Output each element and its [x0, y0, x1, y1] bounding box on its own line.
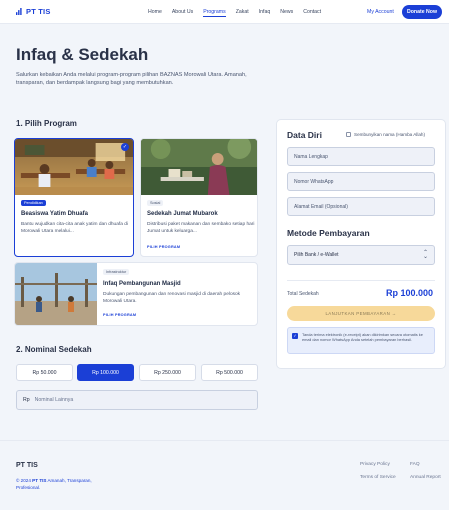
nav-links: Home About Us Programs Zakat Infaq News …	[148, 9, 331, 17]
program-tag: Infrastruktur	[103, 269, 130, 275]
divider	[287, 280, 435, 281]
currency-prefix: Rp	[23, 397, 30, 403]
nominal-option-50k[interactable]: Rp 50.000	[16, 364, 73, 381]
name-field[interactable]: Nama Lengkap	[287, 147, 435, 166]
other-nominal-input[interactable]: Rp Nominal Lainnya	[16, 390, 258, 410]
nav-link-home[interactable]: Home	[148, 9, 162, 17]
chevron-updown-icon: ⌃ ⌄	[422, 250, 428, 260]
page-title: Infaq & Sedekah	[16, 45, 149, 64]
brand-name: PT TIS	[26, 7, 51, 16]
receipt-notice: ✓ Tanda terima elektronik (e-receipt) ak…	[287, 327, 435, 354]
choose-program-link[interactable]: PILIH PROGRAM	[147, 245, 180, 249]
program-desc: Bantu wujudkan cita-cita anak yatim dan …	[21, 222, 128, 234]
brand-logo[interactable]: PT TIS	[16, 7, 51, 16]
footer-brand: PT TIS	[16, 462, 38, 469]
my-account-link[interactable]: My Account	[367, 9, 394, 15]
copyright-brand: PT TIS	[32, 478, 47, 483]
page-description: Salurkan kebaikan Anda melalui program-p…	[16, 72, 247, 87]
construction-image	[15, 263, 97, 325]
program-card-jumat[interactable]: Sosial Sedekah Jumat Mubarok Distribusi …	[140, 138, 258, 257]
donate-now-button[interactable]: Donate Now	[402, 5, 442, 19]
payment-method-title: Metode Pembayaran	[287, 228, 370, 238]
whatsapp-field[interactable]: Nomor WhatsApp	[287, 172, 435, 191]
program-desc: Dukungan pembangunan dan renovasi masjid…	[103, 292, 241, 304]
total-label: Total Sedekah	[287, 291, 319, 297]
anonymous-checkbox[interactable]	[346, 132, 351, 137]
footer-link-privacy[interactable]: Privacy Policy	[360, 462, 390, 467]
nav-link-about[interactable]: About Us	[172, 9, 193, 17]
anonymous-label: Sembunyikan nama (Hamba Allah)	[354, 132, 425, 137]
top-navbar: PT TIS Home About Us Programs Zakat Infa…	[0, 0, 449, 24]
selected-check-icon: ✓	[121, 143, 129, 151]
program-card-masjid[interactable]: Infrastruktur Infaq Pembangunan Masjid D…	[14, 262, 258, 326]
info-icon: ✓	[292, 333, 298, 339]
section-title-program: 1. Pilih Program	[16, 119, 77, 128]
nav-link-programs[interactable]: Programs	[203, 9, 226, 17]
program-desc: Distribusi paket makanan dan sembako set…	[147, 222, 255, 234]
nominal-option-500k[interactable]: Rp 500.000	[201, 364, 258, 381]
nav-link-zakat[interactable]: Zakat	[236, 9, 249, 17]
program-tag: Pendidikan	[21, 200, 46, 206]
data-diri-title: Data Diri	[287, 130, 322, 140]
donation-form-panel: Data Diri Sembunyikan nama (Hamba Allah)…	[276, 119, 446, 369]
continue-payment-button[interactable]: LANJUTKAN PEMBAYARAN →	[287, 306, 435, 321]
program-title: Sedekah Jumat Mubarok	[147, 211, 218, 217]
program-card-beasiswa[interactable]: ✓ Pendidikan Beasiswa Yatim Dhuafa Bantu…	[14, 138, 134, 257]
nav-link-infaq[interactable]: Infaq	[259, 9, 271, 17]
email-field[interactable]: Alamat Email (Opsional)	[287, 197, 435, 216]
program-tag: Sosial	[147, 200, 164, 206]
nav-link-contact[interactable]: Contact	[303, 9, 321, 17]
footer-link-faq[interactable]: FAQ	[410, 462, 420, 467]
footer-link-annual-report[interactable]: Annual Report	[410, 475, 441, 480]
payment-method-select[interactable]: Pilih Bank / e-Wallet ⌃ ⌄	[287, 245, 435, 265]
nominal-option-100k[interactable]: Rp 100.000	[77, 364, 134, 381]
section-title-nominal: 2. Nominal Sedekah	[16, 345, 92, 354]
footer-copyright: © 2024 PT TIS Amanah, Transparan, Profes…	[16, 477, 116, 491]
food-distribution-image	[141, 139, 257, 195]
classroom-image	[15, 139, 133, 195]
other-nominal-placeholder: Nominal Lainnya	[34, 397, 74, 403]
logo-icon	[16, 8, 22, 15]
receipt-notice-text: Tanda terima elektronik (e-receipt) akan…	[302, 332, 423, 343]
nominal-option-250k[interactable]: Rp 250.000	[139, 364, 196, 381]
footer-link-terms[interactable]: Terms of Service	[360, 475, 396, 480]
program-title: Infaq Pembangunan Masjid	[103, 281, 181, 287]
choose-program-link[interactable]: PILIH PROGRAM	[103, 313, 136, 317]
footer: PT TIS © 2024 PT TIS Amanah, Transparan,…	[0, 440, 449, 510]
nav-link-news[interactable]: News	[280, 9, 293, 17]
payment-select-value: Pilih Bank / e-Wallet	[294, 252, 339, 258]
total-value: Rp 100.000	[385, 288, 433, 298]
copyright-year: © 2024	[16, 478, 33, 483]
anonymous-toggle[interactable]: Sembunyikan nama (Hamba Allah)	[346, 132, 425, 137]
program-title: Beasiswa Yatim Dhuafa	[21, 211, 88, 217]
